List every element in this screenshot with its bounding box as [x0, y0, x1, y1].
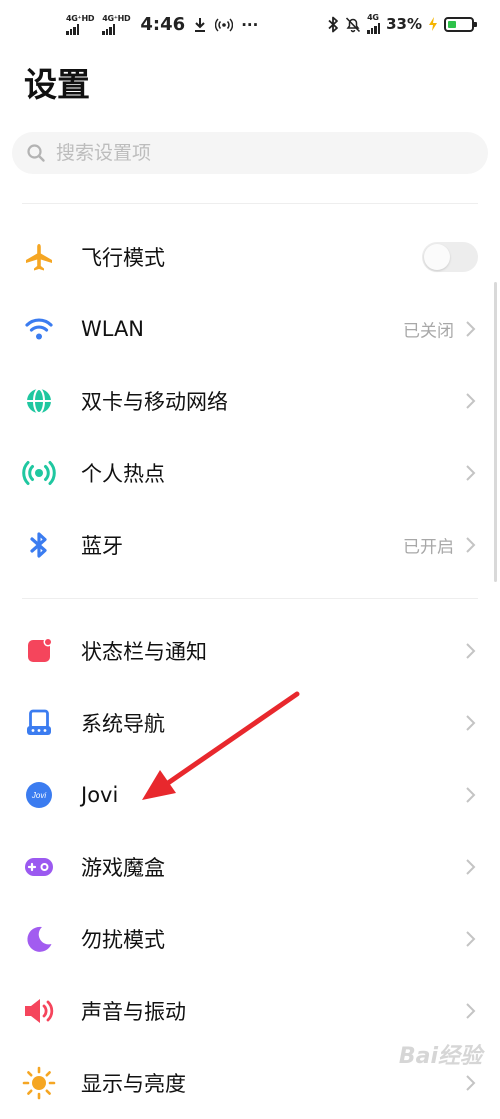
setting-status-bar-notification[interactable]: 状态栏与通知 — [0, 615, 500, 687]
setting-jovi[interactable]: Jovi Jovi — [0, 759, 500, 831]
chevron-right-icon — [466, 1075, 476, 1091]
chevron-right-icon — [466, 715, 476, 731]
speaker-icon — [22, 994, 56, 1028]
bluetooth-icon — [22, 528, 56, 562]
data-network-icon: 4G — [367, 13, 381, 34]
search-bar[interactable] — [12, 132, 488, 174]
sim2-signal-icon: 4G⁺HD — [102, 13, 131, 35]
setting-label: 个人热点 — [81, 462, 165, 486]
watermark-logo: Bai经验 — [398, 1044, 482, 1069]
chevron-right-icon — [466, 931, 476, 947]
chevron-right-icon — [466, 1003, 476, 1019]
setting-sound-vibration[interactable]: 声音与振动 — [0, 975, 500, 1047]
setting-label: 显示与亮度 — [81, 1072, 186, 1096]
moon-icon — [22, 922, 56, 956]
svg-text:Jovi: Jovi — [31, 791, 46, 800]
setting-wlan[interactable]: WLAN 已关闭 — [0, 293, 500, 365]
divider — [22, 203, 478, 204]
download-icon — [195, 17, 206, 32]
sun-icon — [22, 1066, 56, 1100]
chevron-right-icon — [466, 787, 476, 803]
globe-icon — [22, 384, 56, 418]
setting-value: 已关闭 — [403, 321, 454, 342]
charging-icon — [429, 17, 437, 31]
page-title: 设置 — [24, 65, 90, 104]
search-input[interactable] — [54, 141, 458, 165]
chevron-right-icon — [466, 643, 476, 659]
setting-label: 状态栏与通知 — [81, 640, 207, 664]
divider — [22, 598, 478, 599]
search-icon — [27, 144, 45, 162]
airplane-icon — [22, 240, 56, 274]
data-network-label: 4G — [367, 13, 379, 22]
chevron-right-icon — [466, 859, 476, 875]
status-bar: 4G⁺HD 4G⁺HD 4:46 ··· 4G 33% — [0, 0, 500, 56]
setting-label: WLAN — [81, 317, 145, 341]
setting-dual-sim-network[interactable]: 双卡与移动网络 — [0, 365, 500, 437]
sim1-signal-icon: 4G⁺HD — [66, 13, 95, 35]
status-bar-left: 4G⁺HD 4G⁺HD 4:46 ··· — [66, 14, 258, 35]
setting-label: 勿扰模式 — [81, 928, 165, 952]
setting-airplane-mode[interactable]: 飞行模式 — [0, 221, 500, 293]
notification-icon — [22, 634, 56, 668]
chevron-right-icon — [466, 465, 476, 481]
setting-label: 飞行模式 — [81, 246, 165, 270]
setting-label: 声音与振动 — [81, 1000, 186, 1024]
setting-label: 系统导航 — [81, 712, 165, 736]
setting-label: 双卡与移动网络 — [81, 390, 228, 414]
setting-system-navigation[interactable]: 系统导航 — [0, 687, 500, 759]
setting-game-box[interactable]: 游戏魔盒 — [0, 831, 500, 903]
setting-label: Jovi — [81, 783, 119, 807]
mute-bell-icon — [346, 16, 361, 32]
gamepad-icon — [22, 850, 56, 884]
setting-value: 已开启 — [403, 537, 454, 558]
chevron-right-icon — [466, 393, 476, 409]
setting-label: 蓝牙 — [81, 534, 123, 558]
hotspot-icon — [22, 456, 56, 490]
battery-percent: 33% — [386, 15, 422, 33]
chevron-right-icon — [466, 537, 476, 553]
airplane-mode-toggle[interactable] — [422, 242, 478, 272]
more-status-icon: ··· — [241, 15, 259, 34]
scrollbar[interactable] — [494, 282, 497, 582]
setting-personal-hotspot[interactable]: 个人热点 — [0, 437, 500, 509]
setting-bluetooth[interactable]: 蓝牙 已开启 — [0, 509, 500, 581]
wifi-icon — [22, 312, 56, 346]
chevron-right-icon — [466, 321, 476, 337]
sim1-network-label: 4G⁺HD — [66, 13, 95, 23]
status-bar-right: 4G 33% — [327, 13, 477, 34]
navigation-icon — [22, 706, 56, 740]
sim2-network-label: 4G⁺HD — [102, 13, 131, 23]
status-time: 4:46 — [140, 14, 186, 35]
bluetooth-status-icon — [328, 16, 338, 32]
setting-do-not-disturb[interactable]: 勿扰模式 — [0, 903, 500, 975]
battery-icon — [444, 16, 477, 32]
hotspot-status-icon — [215, 17, 234, 32]
jovi-icon: Jovi — [22, 778, 56, 812]
setting-label: 游戏魔盒 — [81, 856, 165, 880]
